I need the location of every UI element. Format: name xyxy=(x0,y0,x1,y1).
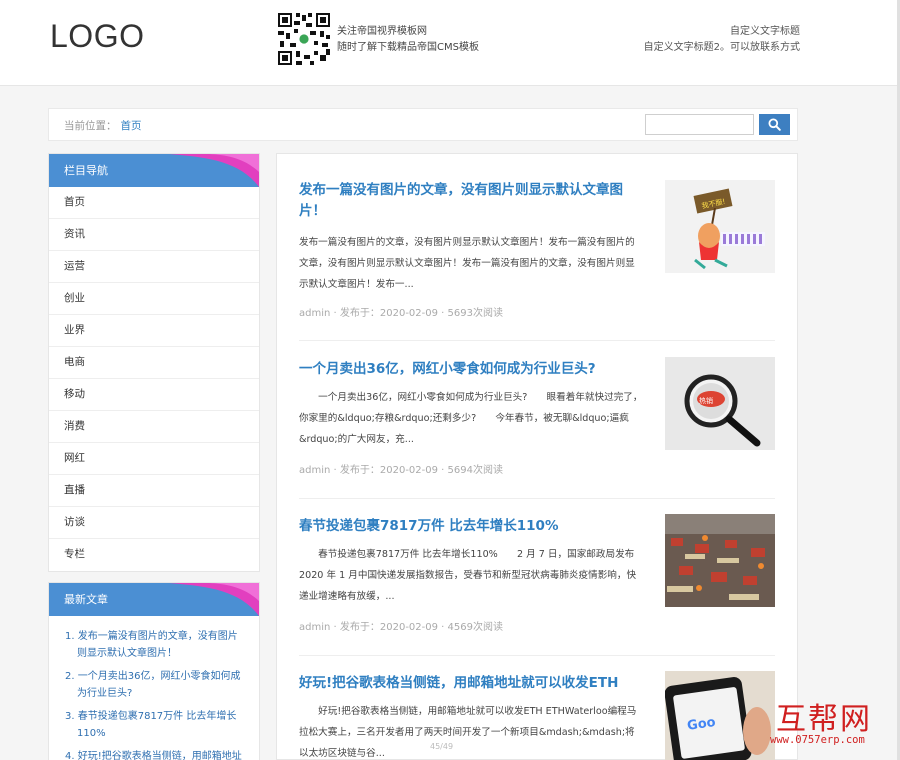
search-icon xyxy=(768,118,781,131)
category-nav-panel: 栏目导航 首页 资讯 运营 创业 业界 电商 移动 消费 网红 直播 访谈 专栏 xyxy=(48,153,260,572)
header-custom-line2: 自定义文字标题2。可以放联系方式 xyxy=(643,42,800,53)
header-custom-text: 自定义文字标题 自定义文字标题2。可以放联系方式 xyxy=(644,24,800,56)
article-item: 一个月卖出36亿，网红小零食如何成为行业巨头? 一个月卖出36亿，网红小零食如何… xyxy=(299,357,775,479)
nav-item-startup[interactable]: 创业 xyxy=(49,283,259,315)
category-nav-list: 首页 资讯 运营 创业 业界 电商 移动 消费 网红 直播 访谈 专栏 xyxy=(49,187,259,571)
article-summary: 好玩!把谷歌表格当侧链，用邮箱地址就可以收发ETH ETHWaterloo编程马… xyxy=(299,706,637,759)
article-list: 发布一篇没有图片的文章，没有图片则显示默认文章图片！ 发布一篇没有图片的文章，没… xyxy=(276,153,798,760)
article-item: 春节投递包裹7817万件 比去年增长110% 春节投递包裹7817万件 比去年增… xyxy=(299,514,775,636)
article-title-link[interactable]: 发布一篇没有图片的文章，没有图片则显示默认文章图片！ xyxy=(299,180,644,222)
recent-article-link[interactable]: 1. 发布一篇没有图片的文章，没有图片则显示默认文章图片！ xyxy=(65,628,245,662)
header-swoosh-decoration xyxy=(169,583,259,616)
watermark-title: 互帮网 xyxy=(776,702,872,737)
nav-item-column[interactable]: 专栏 xyxy=(49,539,259,571)
search-button[interactable] xyxy=(759,114,790,135)
article-thumbnail[interactable] xyxy=(665,514,775,607)
recent-article-link[interactable]: 4. 好玩!把谷歌表格当侧链，用邮箱地址 xyxy=(65,748,245,760)
breadcrumb: 当前位置： 首页 xyxy=(64,118,142,133)
article-divider xyxy=(299,655,775,656)
nav-item-news[interactable]: 资讯 xyxy=(49,219,259,251)
article-thumbnail[interactable]: 我不服! xyxy=(665,180,775,273)
nav-item-live[interactable]: 直播 xyxy=(49,475,259,507)
category-nav-title: 栏目导航 xyxy=(64,164,108,177)
article-thumbnail[interactable]: Goo xyxy=(665,671,775,760)
recent-article-link[interactable]: 2. 一个月卖出36亿，网红小零食如何成为行业巨头? xyxy=(65,668,245,702)
site-header: LOGO 关注帝国视界模板网 随时了解下载精品帝国CMS模板 自定义文字标题 自… xyxy=(0,0,900,86)
qr-caption-line2: 随时了解下载精品帝国CMS模板 xyxy=(337,42,479,53)
nav-item-consumer[interactable]: 消费 xyxy=(49,411,259,443)
recent-article-link[interactable]: 3. 春节投递包裹7817万件 比去年增长110% xyxy=(65,708,245,742)
article-title-link[interactable]: 春节投递包裹7817万件 比去年增长110% xyxy=(299,516,644,537)
nav-item-interview[interactable]: 访谈 xyxy=(49,507,259,539)
nav-item-mobile[interactable]: 移动 xyxy=(49,379,259,411)
header-swoosh-decoration xyxy=(169,154,259,187)
watermark: 互帮网 www.0757erp.com xyxy=(770,694,900,760)
nav-item-operations[interactable]: 运营 xyxy=(49,251,259,283)
recent-articles-panel: 最新文章 1. 发布一篇没有图片的文章，没有图片则显示默认文章图片！ 2. 一个… xyxy=(48,582,260,760)
article-divider xyxy=(299,498,775,499)
breadcrumb-home-link[interactable]: 首页 xyxy=(121,120,142,132)
article-divider xyxy=(299,340,775,341)
breadcrumb-label: 当前位置： xyxy=(64,120,117,132)
watermark-url: www.0757erp.com xyxy=(770,734,865,746)
qr-caption: 关注帝国视界模板网 随时了解下载精品帝国CMS模板 xyxy=(337,24,479,56)
breadcrumb-bar: 当前位置： 首页 xyxy=(48,108,798,141)
search-input[interactable] xyxy=(645,114,754,135)
nav-item-ecommerce[interactable]: 电商 xyxy=(49,347,259,379)
article-title-link[interactable]: 好玩!把谷歌表格当侧链，用邮箱地址就可以收发ETH xyxy=(299,673,644,694)
nav-item-industry[interactable]: 业界 xyxy=(49,315,259,347)
nav-item-home[interactable]: 首页 xyxy=(49,187,259,219)
article-meta: admin · 发布于：2020-02-09 · 5694次阅读 xyxy=(299,465,503,476)
recent-articles-header: 最新文章 xyxy=(49,583,259,616)
article-summary: 春节投递包裹7817万件 比去年增长110% 2 月 7 日，国家邮政局发布 2… xyxy=(299,549,637,602)
svg-text:热销: 热销 xyxy=(699,396,713,405)
recent-articles-title: 最新文章 xyxy=(64,593,108,606)
page-number: 45/49 xyxy=(430,742,454,751)
qr-caption-line1: 关注帝国视界模板网 xyxy=(337,26,427,37)
category-nav-header: 栏目导航 xyxy=(49,154,259,187)
article-thumbnail[interactable]: 热销 xyxy=(665,357,775,450)
site-logo[interactable]: LOGO xyxy=(50,18,144,55)
article-title-link[interactable]: 一个月卖出36亿，网红小零食如何成为行业巨头? xyxy=(299,359,644,380)
qr-code-image xyxy=(276,11,332,67)
article-item: 好玩!把谷歌表格当侧链，用邮箱地址就可以收发ETH 好玩!把谷歌表格当侧链，用邮… xyxy=(299,671,775,760)
recent-articles-list: 1. 发布一篇没有图片的文章，没有图片则显示默认文章图片！ 2. 一个月卖出36… xyxy=(49,616,259,760)
article-meta: admin · 发布于：2020-02-09 · 4569次阅读 xyxy=(299,622,503,633)
nav-item-influencer[interactable]: 网红 xyxy=(49,443,259,475)
article-meta: admin · 发布于：2020-02-09 · 5693次阅读 xyxy=(299,308,503,319)
article-item: 发布一篇没有图片的文章，没有图片则显示默认文章图片！ 发布一篇没有图片的文章，没… xyxy=(299,180,775,320)
header-custom-line1: 自定义文字标题 xyxy=(730,26,800,37)
article-summary: 一个月卖出36亿，网红小零食如何成为行业巨头? 眼看着年就快过完了，你家里的&l… xyxy=(299,392,643,445)
article-summary: 发布一篇没有图片的文章，没有图片则显示默认文章图片！发布一篇没有图片的文章，没有… xyxy=(299,237,635,290)
